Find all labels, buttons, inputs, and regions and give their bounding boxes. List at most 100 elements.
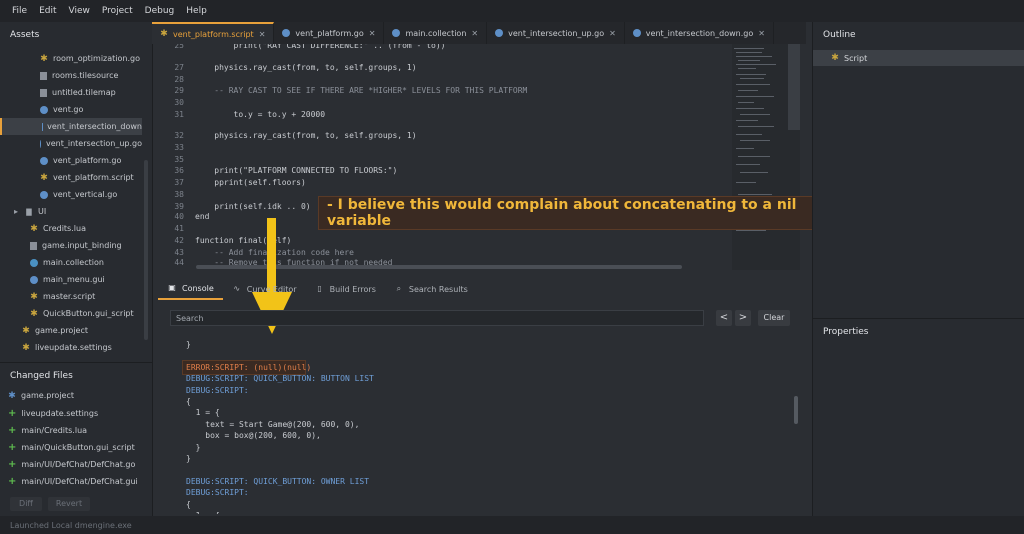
close-icon[interactable]: ✕ — [471, 29, 478, 38]
asset-item[interactable]: main.collection — [0, 254, 142, 271]
menu-item-project[interactable]: Project — [96, 6, 139, 16]
line-number: 42 — [174, 236, 184, 245]
gear-icon: ✱ — [40, 53, 48, 64]
bottom-tab-label: Console — [182, 283, 214, 293]
line-number: 38 — [174, 190, 184, 199]
asset-item[interactable]: vent_platform.go — [0, 152, 142, 169]
asset-item[interactable]: main_menu.gui — [0, 271, 142, 288]
expand-chevron-icon[interactable]: ▸ — [12, 207, 20, 216]
bottom-tab-bar: ▣ Console ∿ Curve Editor ▯ Build Errors ⌕ Searc… — [158, 278, 804, 300]
close-icon[interactable]: ✕ — [609, 29, 616, 38]
menu-item-view[interactable]: View — [63, 6, 96, 16]
editor-tab[interactable]: vent_intersection_up.go ✕ — [487, 22, 625, 44]
editor-tab[interactable]: vent_platform.go ✕ — [274, 22, 385, 44]
asset-item[interactable]: ✱ QuickButton.gui_script — [0, 305, 142, 322]
menu-item-edit[interactable]: Edit — [33, 6, 62, 16]
editor-tab-label: vent_platform.go — [295, 28, 364, 38]
file-icon — [40, 88, 47, 97]
code-line[interactable]: to.y = to.y + 20000 — [195, 110, 326, 119]
menu-item-file[interactable]: File — [0, 6, 33, 16]
asset-item[interactable]: vent_intersection_up.go — [0, 135, 142, 152]
asset-item-label: QuickButton.gui_script — [43, 309, 134, 318]
asset-item-label: game.input_binding — [42, 241, 122, 250]
asset-item[interactable]: ✱ Credits.lua — [0, 220, 142, 237]
asset-item[interactable]: ✱ game.project — [0, 322, 142, 339]
code-line[interactable]: print("RAY CAST DIFFERENCE:" .. (from - … — [195, 44, 446, 50]
file-icon — [40, 71, 47, 80]
line-number: 43 — [174, 248, 184, 257]
gameobject-icon — [40, 139, 42, 148]
code-line[interactable]: end — [195, 212, 209, 221]
minimap[interactable] — [732, 44, 800, 270]
line-number: 37 — [174, 178, 184, 187]
console-line: } — [186, 340, 191, 349]
menu-item-help[interactable]: Help — [180, 6, 213, 16]
gear-icon: ✱ — [22, 342, 30, 353]
line-number: 28 — [174, 75, 184, 84]
asset-item[interactable]: ▸ ▇ UI — [0, 203, 142, 220]
asset-item[interactable]: untitled.tilemap — [0, 84, 142, 101]
next-button[interactable]: > — [735, 310, 751, 326]
asset-item[interactable]: rooms.tilesource — [0, 67, 142, 84]
console-line: 1 = { — [186, 511, 220, 514]
close-icon[interactable]: ✕ — [259, 30, 266, 39]
console-scrollbar[interactable] — [794, 396, 798, 424]
console-line: DEBUG:SCRIPT: QUICK_BUTTON: BUTTON LIST — [186, 374, 374, 384]
revert-button[interactable]: Revert — [48, 497, 90, 511]
changed-file-item[interactable]: + liveupdate.settings — [8, 408, 98, 419]
code-line[interactable]: pprint(self.floors) — [195, 178, 306, 187]
plus-icon: + — [8, 425, 17, 436]
asset-item-label: liveupdate.settings — [35, 343, 112, 352]
tab-search-results[interactable]: ⌕ Search Results — [385, 279, 477, 299]
tab-curve-editor[interactable]: ∿ Curve Editor — [223, 279, 306, 299]
changed-file-item[interactable]: + main/Credits.lua — [8, 425, 87, 436]
close-icon[interactable]: ✕ — [369, 29, 376, 38]
outline-item-script[interactable]: ✱ Script — [813, 50, 1024, 66]
editor-tab[interactable]: ✱ vent_platform.script ✕ — [152, 22, 275, 44]
changed-file-item[interactable]: + main/UI/DefChat/DefChat.go — [8, 459, 135, 470]
console-search-input[interactable]: Search — [170, 310, 704, 326]
changed-file-item[interactable]: + main/UI/DefChat/DefChat.gui — [8, 476, 138, 487]
code-line[interactable]: print(self.idk .. 0) — [195, 202, 310, 211]
search-icon: ⌕ — [396, 284, 402, 293]
asset-item[interactable]: ✱ liveupdate.settings — [0, 339, 142, 356]
code-editor[interactable]: 25 print("RAY CAST DIFFERENCE:" .. (from… — [158, 44, 732, 270]
close-icon[interactable]: ✕ — [758, 29, 765, 38]
folder-icon: ▇ — [26, 207, 32, 216]
line-number: 33 — [174, 143, 184, 152]
gear-icon: ✱ — [160, 29, 168, 39]
clear-button[interactable]: Clear — [758, 310, 790, 326]
asset-item-label: vent_vertical.go — [53, 190, 118, 199]
asset-item[interactable]: ✱ room_optimization.go — [0, 50, 142, 67]
code-line[interactable]: physics.ray_cast(from, to, self.groups, … — [195, 131, 416, 140]
collection-icon — [30, 258, 38, 267]
gear-icon: ✱ — [40, 172, 48, 183]
console-line: } — [186, 454, 191, 463]
plus-icon: + — [8, 442, 17, 453]
asset-item[interactable]: vent.go — [0, 101, 142, 118]
asset-item-label: main.collection — [43, 258, 104, 267]
tab-console[interactable]: ▣ Console — [158, 278, 223, 300]
assets-scrollbar[interactable] — [144, 160, 148, 340]
prev-button[interactable]: < — [716, 310, 732, 326]
asset-item[interactable]: vent_intersection_down — [0, 118, 142, 135]
asset-item[interactable]: ✱ master.script — [0, 288, 142, 305]
menu-item-debug[interactable]: Debug — [139, 6, 181, 16]
changed-file-label: liveupdate.settings — [21, 409, 99, 418]
code-line[interactable]: print("PLATFORM CONNECTED TO FLOORS:") — [195, 166, 397, 175]
tab-build-errors[interactable]: ▯ Build Errors — [306, 279, 385, 299]
diff-button[interactable]: Diff — [10, 497, 42, 511]
editor-tab-label: main.collection — [405, 28, 467, 38]
line-number: 35 — [174, 155, 184, 164]
asset-item[interactable]: game.input_binding — [0, 237, 142, 254]
editor-tab[interactable]: main.collection ✕ — [384, 22, 488, 44]
editor-tab-bar: ✱ vent_platform.script ✕ vent_platform.go ✕ m… — [152, 22, 806, 44]
asset-item[interactable]: vent_vertical.go — [0, 186, 142, 203]
curve-icon: ∿ — [233, 284, 241, 293]
asset-item[interactable]: ✱ vent_platform.script — [0, 169, 142, 186]
changed-file-item[interactable]: + main/QuickButton.gui_script — [8, 442, 135, 453]
changed-file-item[interactable]: ✱ game.project — [8, 391, 74, 400]
code-line[interactable]: -- RAY CAST TO SEE IF THERE ARE *HIGHER*… — [195, 86, 527, 95]
editor-tab[interactable]: vent_intersection_down.go ✕ — [625, 22, 774, 44]
code-line[interactable]: physics.ray_cast(from, to, self.groups, … — [195, 63, 416, 72]
